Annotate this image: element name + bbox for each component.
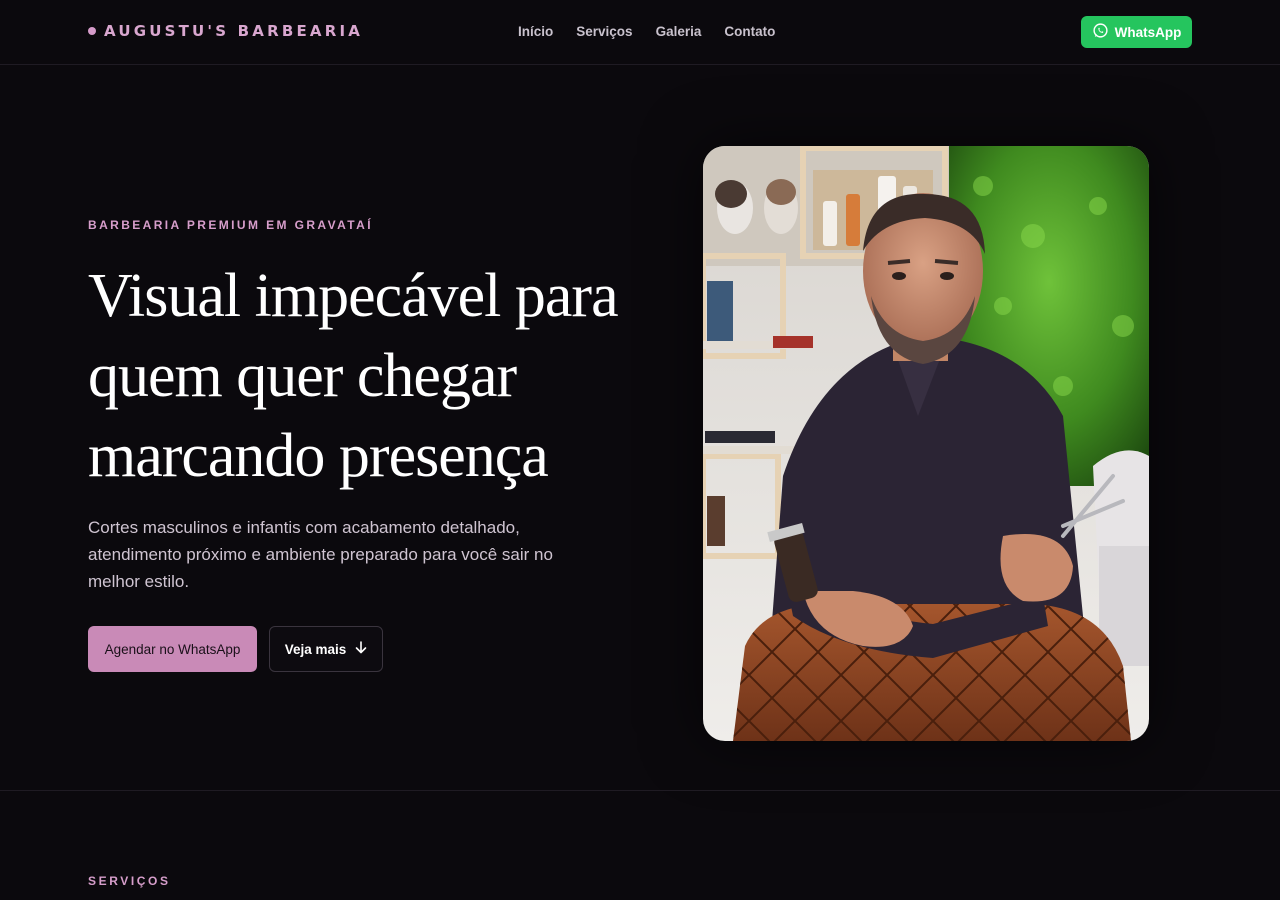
section-divider [0,790,1280,791]
brand-name: AUGUSTU'S BARBEARIA [104,22,364,40]
brand-logo[interactable]: AUGUSTU'S BARBEARIA [88,22,363,40]
hero-lead: Cortes masculinos e infantis com acabame… [88,518,553,591]
hero-eyebrow: BARBEARIA PREMIUM EM GRAVATAÍ [88,218,373,232]
schedule-whatsapp-label: Agendar no WhatsApp [104,641,241,657]
whatsapp-header-label: WhatsApp [1114,24,1182,40]
brand-dot-icon [88,27,96,35]
whatsapp-icon [1092,22,1109,42]
whatsapp-header-button[interactable]: WhatsApp [1081,16,1192,48]
see-more-label: Veja mais [284,641,347,657]
nav-link-inicio[interactable]: Início [518,24,553,39]
hero-headline: Visual impecável para quem quer chegar m… [88,262,619,490]
arrow-down-icon [355,641,367,657]
nav-link-servicos[interactable]: Serviços [576,24,632,39]
services-section-label: SERVIÇOS [88,874,171,888]
barber-portrait-photo [703,146,1149,741]
schedule-whatsapp-button[interactable]: Agendar no WhatsApp [88,626,257,672]
nav-link-contato[interactable]: Contato [724,24,775,39]
main-nav: Início Serviços Galeria Contato [518,24,775,39]
top-navbar: AUGUSTU'S BARBEARIA Início Serviços Gale… [0,0,1280,65]
nav-link-galeria[interactable]: Galeria [656,24,702,39]
see-more-button[interactable]: Veja mais [269,626,383,672]
